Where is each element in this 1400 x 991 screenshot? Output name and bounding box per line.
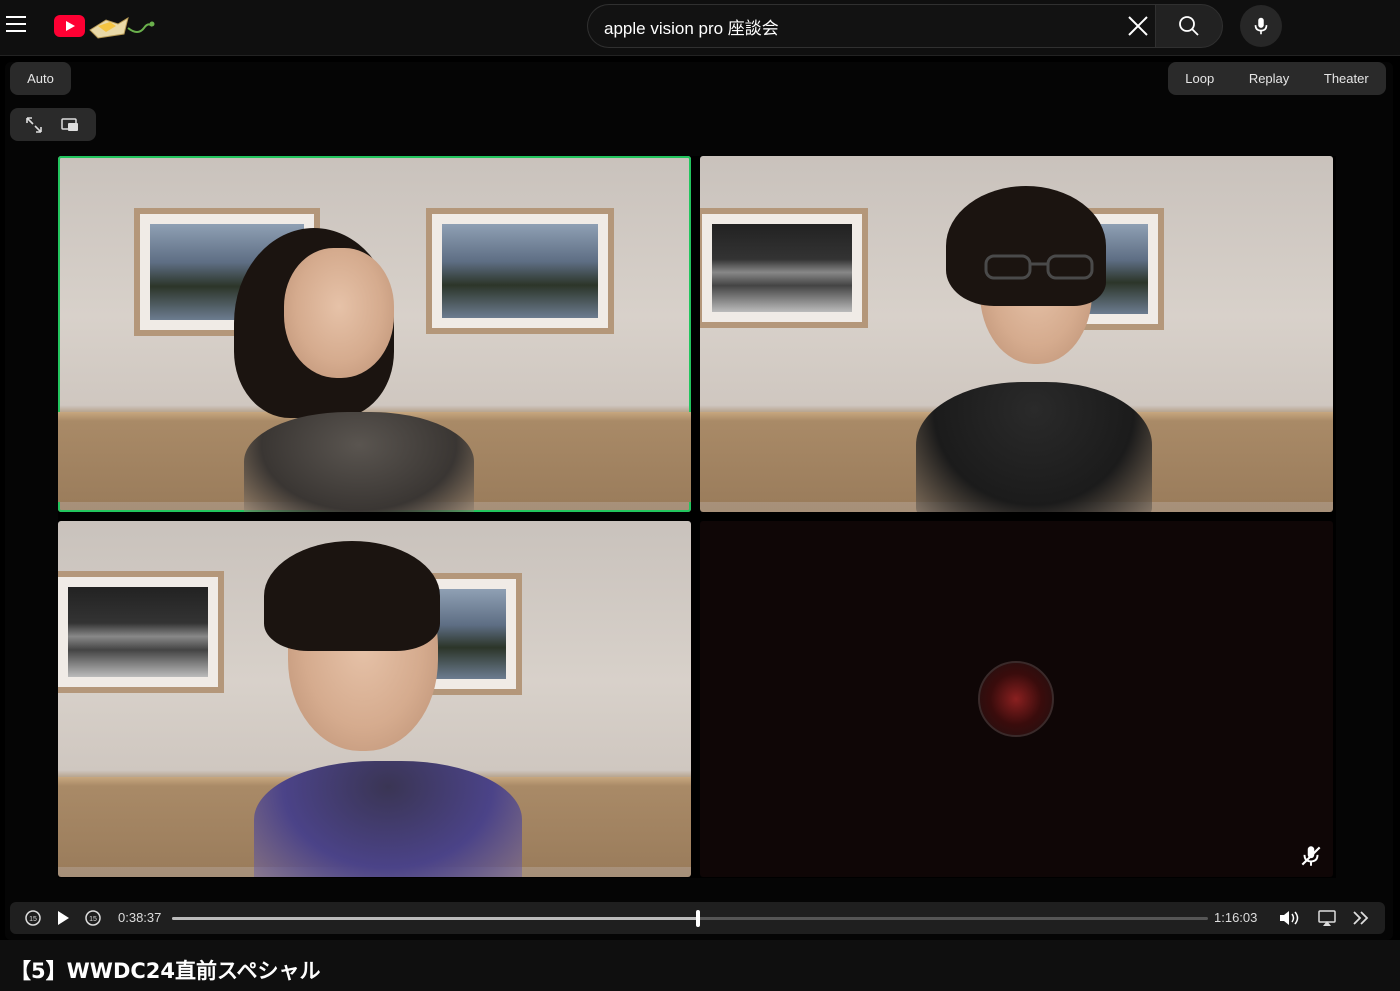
participant-tile-1 (58, 156, 691, 512)
clear-search-icon[interactable] (1122, 10, 1154, 42)
hamburger-menu-icon[interactable] (6, 16, 26, 34)
video-title: 【5】WWDC24直前スペシャル (10, 959, 321, 983)
svg-text:15: 15 (29, 916, 37, 923)
video-frame[interactable] (58, 156, 1336, 878)
duration: 1:16:03 (1214, 910, 1258, 925)
search-button[interactable] (1155, 4, 1223, 48)
wall-frame (426, 208, 614, 334)
participant-body (244, 412, 474, 512)
seek-bar-progress (172, 917, 699, 920)
voice-search-button[interactable] (1240, 5, 1282, 47)
player-control-bar: 15 15 0:38:37 1:16:03 (10, 902, 1385, 934)
top-bar (0, 0, 1400, 56)
play-icon[interactable] (53, 908, 73, 928)
skip-forward-icon[interactable] (1351, 908, 1371, 928)
youtube-logo-icon[interactable] (54, 15, 85, 37)
player-tools (10, 108, 96, 141)
search-icon (1179, 16, 1199, 36)
microphone-icon (1254, 17, 1268, 35)
participant-body (254, 761, 522, 877)
seek-bar[interactable] (172, 910, 1208, 927)
rewind-15-icon[interactable]: 15 (23, 908, 43, 928)
current-time: 0:38:37 (118, 910, 162, 925)
seek-bar-thumb[interactable] (696, 910, 701, 927)
replay-button[interactable]: Replay (1241, 71, 1297, 86)
picture-in-picture-icon[interactable] (60, 115, 80, 135)
theater-button[interactable]: Theater (1316, 71, 1377, 86)
loop-button[interactable]: Loop (1177, 71, 1222, 86)
participant-hair (946, 186, 1106, 306)
volume-icon[interactable] (1278, 908, 1302, 928)
wall-frame (700, 208, 868, 328)
quality-auto-button[interactable]: Auto (10, 62, 71, 95)
participant-hair (264, 541, 440, 651)
svg-text:15: 15 (89, 916, 97, 923)
expand-icon[interactable] (24, 115, 44, 135)
microphone-muted-icon (1301, 846, 1321, 866)
participant-tile-3 (58, 521, 691, 877)
participant-tile-4 (700, 521, 1333, 877)
participant-body (916, 382, 1152, 512)
participant-tile-2 (700, 156, 1333, 512)
glasses-icon (984, 254, 1094, 280)
participant-face (284, 248, 394, 378)
forward-15-icon[interactable]: 15 (83, 908, 103, 928)
book-extension-icon[interactable] (88, 12, 158, 40)
wall-frame (58, 571, 224, 693)
search-input[interactable] (604, 5, 1104, 47)
search-box (587, 4, 1155, 48)
player-mode-group: Loop Replay Theater (1168, 62, 1386, 95)
airplay-icon[interactable] (1317, 908, 1337, 928)
participant-avatar (978, 661, 1054, 737)
